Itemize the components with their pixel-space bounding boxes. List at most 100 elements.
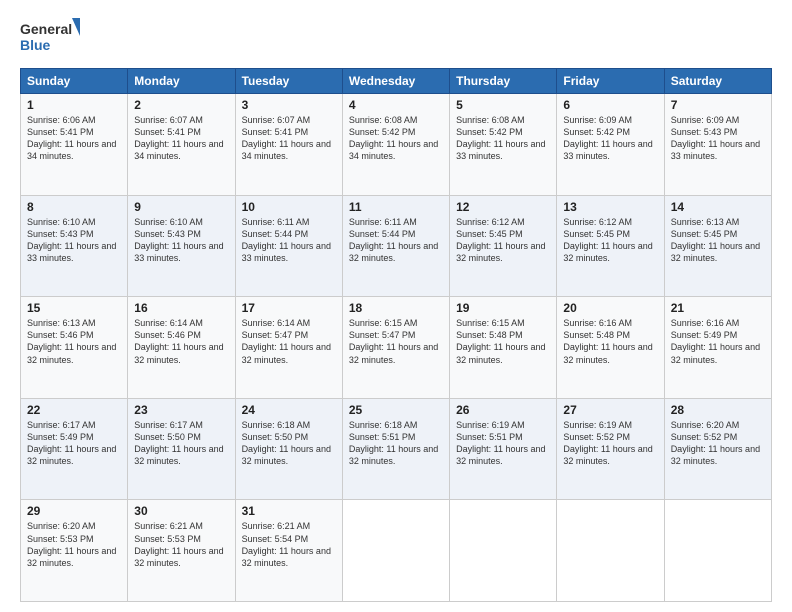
- day-number: 5: [456, 98, 550, 112]
- day-cell: 14 Sunrise: 6:13 AMSunset: 5:45 PMDaylig…: [664, 195, 771, 297]
- day-number: 18: [349, 301, 443, 315]
- day-cell: 28 Sunrise: 6:20 AMSunset: 5:52 PMDaylig…: [664, 398, 771, 500]
- day-info: Sunrise: 6:16 AMSunset: 5:49 PMDaylight:…: [671, 317, 765, 366]
- day-cell: 31 Sunrise: 6:21 AMSunset: 5:54 PMDaylig…: [235, 500, 342, 602]
- day-info: Sunrise: 6:18 AMSunset: 5:51 PMDaylight:…: [349, 419, 443, 468]
- calendar-table: SundayMondayTuesdayWednesdayThursdayFrid…: [20, 68, 772, 602]
- day-info: Sunrise: 6:12 AMSunset: 5:45 PMDaylight:…: [456, 216, 550, 265]
- day-number: 16: [134, 301, 228, 315]
- day-info: Sunrise: 6:18 AMSunset: 5:50 PMDaylight:…: [242, 419, 336, 468]
- general-blue-logo: General Blue: [20, 16, 80, 58]
- day-info: Sunrise: 6:19 AMSunset: 5:52 PMDaylight:…: [563, 419, 657, 468]
- day-number: 2: [134, 98, 228, 112]
- day-cell: 12 Sunrise: 6:12 AMSunset: 5:45 PMDaylig…: [450, 195, 557, 297]
- day-info: Sunrise: 6:07 AMSunset: 5:41 PMDaylight:…: [242, 114, 336, 163]
- day-cell: 15 Sunrise: 6:13 AMSunset: 5:46 PMDaylig…: [21, 297, 128, 399]
- page: General Blue SundayMondayTuesdayWednesda…: [0, 0, 792, 612]
- day-number: 3: [242, 98, 336, 112]
- day-number: 13: [563, 200, 657, 214]
- day-number: 22: [27, 403, 121, 417]
- day-info: Sunrise: 6:13 AMSunset: 5:46 PMDaylight:…: [27, 317, 121, 366]
- day-cell: 6 Sunrise: 6:09 AMSunset: 5:42 PMDayligh…: [557, 94, 664, 196]
- day-info: Sunrise: 6:10 AMSunset: 5:43 PMDaylight:…: [134, 216, 228, 265]
- day-cell: [450, 500, 557, 602]
- day-cell: 27 Sunrise: 6:19 AMSunset: 5:52 PMDaylig…: [557, 398, 664, 500]
- weekday-sunday: Sunday: [21, 69, 128, 94]
- day-info: Sunrise: 6:15 AMSunset: 5:47 PMDaylight:…: [349, 317, 443, 366]
- week-row-2: 8 Sunrise: 6:10 AMSunset: 5:43 PMDayligh…: [21, 195, 772, 297]
- day-cell: 10 Sunrise: 6:11 AMSunset: 5:44 PMDaylig…: [235, 195, 342, 297]
- day-cell: 2 Sunrise: 6:07 AMSunset: 5:41 PMDayligh…: [128, 94, 235, 196]
- header: General Blue: [20, 16, 772, 58]
- day-number: 20: [563, 301, 657, 315]
- day-info: Sunrise: 6:20 AMSunset: 5:52 PMDaylight:…: [671, 419, 765, 468]
- day-cell: 8 Sunrise: 6:10 AMSunset: 5:43 PMDayligh…: [21, 195, 128, 297]
- day-info: Sunrise: 6:19 AMSunset: 5:51 PMDaylight:…: [456, 419, 550, 468]
- day-cell: 22 Sunrise: 6:17 AMSunset: 5:49 PMDaylig…: [21, 398, 128, 500]
- day-cell: 26 Sunrise: 6:19 AMSunset: 5:51 PMDaylig…: [450, 398, 557, 500]
- day-cell: 24 Sunrise: 6:18 AMSunset: 5:50 PMDaylig…: [235, 398, 342, 500]
- weekday-saturday: Saturday: [664, 69, 771, 94]
- day-number: 21: [671, 301, 765, 315]
- day-cell: 4 Sunrise: 6:08 AMSunset: 5:42 PMDayligh…: [342, 94, 449, 196]
- day-number: 9: [134, 200, 228, 214]
- svg-text:Blue: Blue: [20, 37, 51, 53]
- day-info: Sunrise: 6:08 AMSunset: 5:42 PMDaylight:…: [349, 114, 443, 163]
- weekday-header-row: SundayMondayTuesdayWednesdayThursdayFrid…: [21, 69, 772, 94]
- day-number: 31: [242, 504, 336, 518]
- day-number: 8: [27, 200, 121, 214]
- day-number: 10: [242, 200, 336, 214]
- day-number: 30: [134, 504, 228, 518]
- day-cell: 21 Sunrise: 6:16 AMSunset: 5:49 PMDaylig…: [664, 297, 771, 399]
- weekday-thursday: Thursday: [450, 69, 557, 94]
- day-info: Sunrise: 6:06 AMSunset: 5:41 PMDaylight:…: [27, 114, 121, 163]
- day-number: 15: [27, 301, 121, 315]
- day-cell: 9 Sunrise: 6:10 AMSunset: 5:43 PMDayligh…: [128, 195, 235, 297]
- day-cell: 16 Sunrise: 6:14 AMSunset: 5:46 PMDaylig…: [128, 297, 235, 399]
- day-cell: [664, 500, 771, 602]
- svg-text:General: General: [20, 21, 72, 37]
- day-cell: 5 Sunrise: 6:08 AMSunset: 5:42 PMDayligh…: [450, 94, 557, 196]
- day-cell: 7 Sunrise: 6:09 AMSunset: 5:43 PMDayligh…: [664, 94, 771, 196]
- day-number: 19: [456, 301, 550, 315]
- week-row-4: 22 Sunrise: 6:17 AMSunset: 5:49 PMDaylig…: [21, 398, 772, 500]
- day-info: Sunrise: 6:13 AMSunset: 5:45 PMDaylight:…: [671, 216, 765, 265]
- day-info: Sunrise: 6:17 AMSunset: 5:50 PMDaylight:…: [134, 419, 228, 468]
- day-number: 25: [349, 403, 443, 417]
- day-cell: 3 Sunrise: 6:07 AMSunset: 5:41 PMDayligh…: [235, 94, 342, 196]
- day-cell: 25 Sunrise: 6:18 AMSunset: 5:51 PMDaylig…: [342, 398, 449, 500]
- logo: General Blue: [20, 16, 80, 58]
- day-cell: 23 Sunrise: 6:17 AMSunset: 5:50 PMDaylig…: [128, 398, 235, 500]
- day-cell: 18 Sunrise: 6:15 AMSunset: 5:47 PMDaylig…: [342, 297, 449, 399]
- day-cell: 30 Sunrise: 6:21 AMSunset: 5:53 PMDaylig…: [128, 500, 235, 602]
- day-number: 23: [134, 403, 228, 417]
- day-cell: 29 Sunrise: 6:20 AMSunset: 5:53 PMDaylig…: [21, 500, 128, 602]
- week-row-5: 29 Sunrise: 6:20 AMSunset: 5:53 PMDaylig…: [21, 500, 772, 602]
- day-cell: [342, 500, 449, 602]
- day-number: 6: [563, 98, 657, 112]
- day-cell: 17 Sunrise: 6:14 AMSunset: 5:47 PMDaylig…: [235, 297, 342, 399]
- weekday-friday: Friday: [557, 69, 664, 94]
- day-cell: 19 Sunrise: 6:15 AMSunset: 5:48 PMDaylig…: [450, 297, 557, 399]
- day-number: 12: [456, 200, 550, 214]
- day-info: Sunrise: 6:21 AMSunset: 5:53 PMDaylight:…: [134, 520, 228, 569]
- weekday-wednesday: Wednesday: [342, 69, 449, 94]
- week-row-1: 1 Sunrise: 6:06 AMSunset: 5:41 PMDayligh…: [21, 94, 772, 196]
- day-info: Sunrise: 6:12 AMSunset: 5:45 PMDaylight:…: [563, 216, 657, 265]
- day-info: Sunrise: 6:14 AMSunset: 5:46 PMDaylight:…: [134, 317, 228, 366]
- day-number: 27: [563, 403, 657, 417]
- day-info: Sunrise: 6:07 AMSunset: 5:41 PMDaylight:…: [134, 114, 228, 163]
- day-number: 7: [671, 98, 765, 112]
- day-number: 11: [349, 200, 443, 214]
- day-info: Sunrise: 6:14 AMSunset: 5:47 PMDaylight:…: [242, 317, 336, 366]
- day-info: Sunrise: 6:10 AMSunset: 5:43 PMDaylight:…: [27, 216, 121, 265]
- day-info: Sunrise: 6:09 AMSunset: 5:43 PMDaylight:…: [671, 114, 765, 163]
- weekday-monday: Monday: [128, 69, 235, 94]
- day-number: 14: [671, 200, 765, 214]
- day-cell: [557, 500, 664, 602]
- day-number: 26: [456, 403, 550, 417]
- day-info: Sunrise: 6:11 AMSunset: 5:44 PMDaylight:…: [242, 216, 336, 265]
- day-cell: 13 Sunrise: 6:12 AMSunset: 5:45 PMDaylig…: [557, 195, 664, 297]
- day-number: 1: [27, 98, 121, 112]
- day-cell: 20 Sunrise: 6:16 AMSunset: 5:48 PMDaylig…: [557, 297, 664, 399]
